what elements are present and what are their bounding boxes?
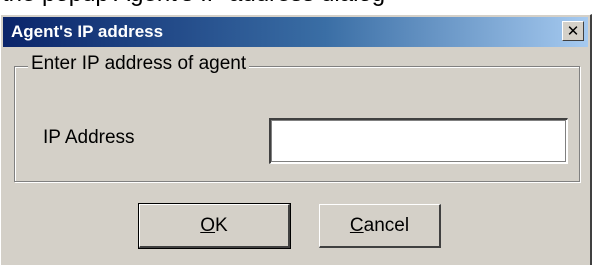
cancel-button-accelerator: C <box>349 214 364 236</box>
dialog-title: Agent's IP address <box>11 22 164 41</box>
cancel-button-label: ancel <box>363 214 410 236</box>
ok-button[interactable]: OK <box>138 203 291 249</box>
background-text: the popup Agent's IP address dialog <box>2 0 385 8</box>
groupbox-legend: Enter IP address of agent <box>28 52 250 76</box>
close-icon: ✕ <box>566 21 580 40</box>
close-button[interactable]: ✕ <box>562 21 584 41</box>
ok-button-label: K <box>215 214 228 236</box>
screen: the popup Agent's IP address dialog Agen… <box>0 0 603 265</box>
dialog-titlebar[interactable]: Agent's IP address ✕ <box>3 17 588 47</box>
ok-button-accelerator: O <box>200 214 216 236</box>
cancel-button[interactable]: Cancel <box>319 204 441 248</box>
ip-address-input[interactable] <box>269 118 568 164</box>
ip-address-label: IP Address <box>43 127 135 148</box>
